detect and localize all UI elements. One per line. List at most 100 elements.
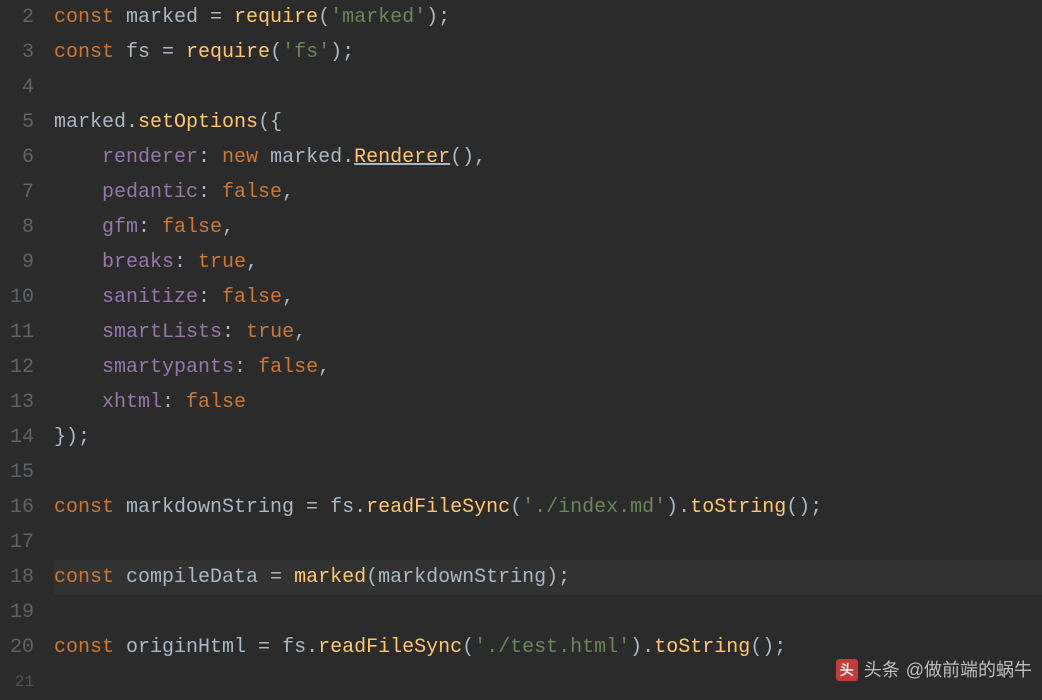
code-token: toString — [690, 496, 786, 519]
code-token: toString — [654, 636, 750, 659]
line-number: 7 — [0, 175, 34, 210]
code-token: ). — [666, 496, 690, 519]
code-line[interactable]: }); — [54, 420, 1042, 455]
code-token: = — [294, 496, 330, 519]
watermark-handle: @做前端的蜗牛 — [906, 655, 1032, 687]
code-token: , — [282, 181, 294, 204]
code-line[interactable] — [54, 455, 1042, 490]
code-token: = — [150, 41, 186, 64]
code-token: , — [222, 216, 234, 239]
code-token: const — [54, 496, 126, 519]
code-token: marked — [54, 111, 126, 134]
code-token: . — [342, 146, 354, 169]
watermark-icon: 头 — [836, 659, 858, 681]
code-editor[interactable]: 23456789101112131415161718192021 const m… — [0, 0, 1042, 698]
code-token — [54, 146, 102, 169]
code-token: ); — [546, 566, 570, 589]
code-token: const — [54, 41, 126, 64]
line-number: 4 — [0, 70, 34, 105]
code-token: fs — [330, 496, 354, 519]
code-line[interactable]: gfm: false, — [54, 210, 1042, 245]
code-line[interactable]: renderer: new marked.Renderer(), — [54, 140, 1042, 175]
code-token: setOptions — [138, 111, 258, 134]
line-number: 11 — [0, 315, 34, 350]
line-number: 17 — [0, 525, 34, 560]
code-token: = — [198, 6, 234, 29]
code-token: fs — [282, 636, 306, 659]
code-line[interactable]: sanitize: false, — [54, 280, 1042, 315]
code-token: const — [54, 636, 126, 659]
code-token: : — [222, 321, 246, 344]
code-token: . — [306, 636, 318, 659]
line-number: 8 — [0, 210, 34, 245]
code-token: (); — [750, 636, 786, 659]
code-token: compileData — [126, 566, 258, 589]
code-token: fs — [126, 41, 150, 64]
code-token: smartLists — [102, 321, 222, 344]
code-token: xhtml — [102, 391, 162, 414]
code-line[interactable]: const markdownString = fs.readFileSync('… — [54, 490, 1042, 525]
code-line[interactable]: xhtml: false — [54, 385, 1042, 420]
code-token: : — [174, 251, 198, 274]
code-area[interactable]: const marked = require('marked');const f… — [46, 0, 1042, 698]
code-token: : — [198, 181, 222, 204]
code-token: ( — [270, 41, 282, 64]
code-line[interactable]: smartLists: true, — [54, 315, 1042, 350]
code-token: = — [246, 636, 282, 659]
code-token: = — [258, 566, 294, 589]
code-token: : — [138, 216, 162, 239]
code-line[interactable]: const fs = require('fs'); — [54, 35, 1042, 70]
code-token: marked — [294, 566, 366, 589]
code-token: Renderer — [354, 146, 450, 169]
line-number: 5 — [0, 105, 34, 140]
code-token: sanitize — [102, 286, 198, 309]
line-number: 20 — [0, 630, 34, 665]
code-line[interactable] — [54, 70, 1042, 105]
code-line[interactable]: const marked = require('marked'); — [54, 0, 1042, 35]
code-line[interactable]: smartypants: false, — [54, 350, 1042, 385]
code-token: markdownString — [378, 566, 546, 589]
code-token: (); — [786, 496, 822, 519]
line-number: 21 — [0, 665, 34, 700]
code-token: . — [354, 496, 366, 519]
code-token: pedantic — [102, 181, 198, 204]
line-number: 10 — [0, 280, 34, 315]
code-token: renderer — [102, 146, 198, 169]
code-token: 'marked' — [330, 6, 426, 29]
code-token: false — [186, 391, 246, 414]
watermark-prefix: 头条 — [864, 655, 900, 687]
code-token: false — [222, 286, 282, 309]
code-line[interactable] — [54, 525, 1042, 560]
code-token — [54, 391, 102, 414]
line-number: 12 — [0, 350, 34, 385]
code-token: require — [234, 6, 318, 29]
code-token: , — [294, 321, 306, 344]
code-token: : — [162, 391, 186, 414]
code-token: ( — [318, 6, 330, 29]
code-token: , — [246, 251, 258, 274]
code-token: ( — [510, 496, 522, 519]
code-token: , — [282, 286, 294, 309]
code-token: require — [186, 41, 270, 64]
code-token — [54, 181, 102, 204]
code-line[interactable] — [54, 595, 1042, 630]
code-line[interactable]: const compileData = marked(markdownStrin… — [54, 560, 1042, 595]
code-token: markdownString — [126, 496, 294, 519]
code-token: readFileSync — [366, 496, 510, 519]
code-line[interactable]: pedantic: false, — [54, 175, 1042, 210]
watermark: 头 头条 @做前端的蜗牛 — [836, 655, 1032, 687]
code-token: : — [198, 286, 222, 309]
code-token: ( — [462, 636, 474, 659]
code-token — [54, 286, 102, 309]
code-token: ); — [426, 6, 450, 29]
line-number: 9 — [0, 245, 34, 280]
line-number: 14 — [0, 420, 34, 455]
code-token: false — [162, 216, 222, 239]
code-line[interactable]: breaks: true, — [54, 245, 1042, 280]
code-token: readFileSync — [318, 636, 462, 659]
code-token: : — [198, 146, 222, 169]
code-line[interactable]: marked.setOptions({ — [54, 105, 1042, 140]
code-token: : — [234, 356, 258, 379]
code-token: new — [222, 146, 270, 169]
line-number: 6 — [0, 140, 34, 175]
